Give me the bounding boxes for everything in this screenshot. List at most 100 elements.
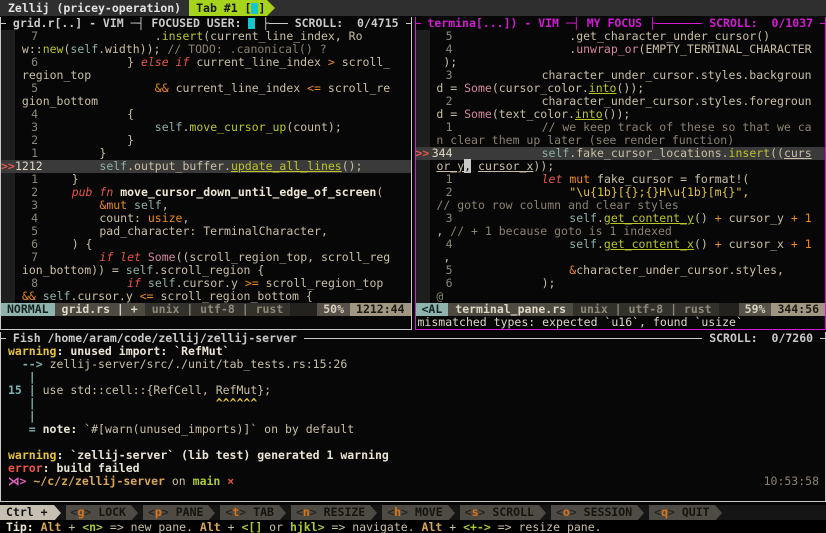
text-segment: curs: [784, 146, 812, 160]
text-segment: self: [70, 42, 98, 56]
text-segment: ,: [430, 250, 451, 264]
text-segment: scroll_re: [321, 81, 390, 95]
text-segment: character_under_cursor.styles.foregroun: [459, 94, 812, 108]
text-segment: gion_bottom: [15, 94, 98, 108]
text-segment: move_cursor_down_until_edge_of_screen: [120, 185, 376, 199]
text-segment: [459, 172, 542, 186]
code-line: 6 );: [416, 277, 826, 290]
text-segment: +: [715, 211, 722, 225]
keybar-item-lock[interactable]: <g> LOCK: [66, 505, 131, 520]
shortcut-key: o: [563, 506, 570, 519]
text-segment: [44, 276, 127, 290]
line-number: 4: [15, 108, 44, 121]
text-segment: [44, 185, 72, 199]
text-segment: >: [328, 55, 335, 69]
text-segment: if: [127, 276, 141, 290]
tab-label: Tab #1 [: [196, 2, 251, 15]
code-line: 4 self.get_content_x() + cursor_x + 1: [416, 238, 826, 251]
keybar-item-pane[interactable]: <p> PANE: [143, 505, 208, 520]
text-segment: ~/c/z/zellij-server: [33, 475, 165, 488]
left-pane-body: 7 .insert(current_line_index, Ro w::new(…: [1, 30, 411, 329]
text-segment: 10:53:58: [764, 474, 819, 488]
text-segment: <[]: [241, 521, 262, 533]
sign-column: [416, 43, 430, 56]
terminal-line: --> zellij-server/src/./unit/tab_tests.r…: [8, 358, 825, 371]
keybar-label: TAB: [246, 506, 274, 519]
text-segment: scroll_region_bottom {: [154, 289, 313, 303]
keybar-item-quit[interactable]: <q> QUIT: [649, 505, 714, 520]
text-segment: get_content_x: [604, 237, 694, 251]
sign-column: [416, 30, 430, 43]
cursor-position: 344:56: [771, 303, 825, 316]
shell-pane-title: Fish /home/aram/code/zellij/zellij-serve…: [1, 332, 825, 345]
left-pane-title: grid.r[..] - VIM ─┤ FOCUSED USER: ├ SCRO…: [1, 17, 411, 30]
keybar-item-session[interactable]: <o> SESSION: [551, 505, 637, 520]
scroll-percent: 59%: [739, 303, 772, 316]
sign-column: [416, 238, 430, 251]
text-segment: .cursor.y: [176, 276, 245, 290]
terminal-line: ⋊> ~/c/z/zellij-server on main ×10:53:58: [8, 475, 825, 488]
text-segment: .: [597, 237, 604, 251]
text-segment: &&: [22, 289, 36, 303]
keybar-item-tab[interactable]: <t> TAB: [220, 505, 279, 520]
text-segment: into: [589, 81, 617, 95]
keybar-item-resize[interactable]: <n> RESIZE: [291, 505, 370, 520]
line-number: 3: [15, 121, 44, 134]
powerline-arrow-icon: [279, 505, 286, 521]
sign-column: [1, 43, 15, 56]
text-segment: >=: [245, 276, 259, 290]
sign-column: [416, 199, 430, 212]
text-segment: );: [430, 55, 458, 69]
right-scroll-label: SCROLL:: [702, 17, 771, 30]
text-segment: insert: [729, 146, 771, 160]
text-segment: self: [99, 159, 127, 173]
text-segment: region_top: [15, 68, 91, 82]
text-segment: current_line_index: [169, 81, 307, 95]
text-segment: scroll_: [335, 55, 390, 69]
text-segment: get_content_y: [604, 211, 694, 225]
shortcut-key: g: [77, 506, 84, 519]
shortcut-key: t: [232, 506, 239, 519]
keybar-item-move[interactable]: <h> MOVE: [382, 505, 447, 520]
text-segment: [798, 237, 805, 251]
file-meta: unix | utf-8 | rust: [145, 303, 291, 316]
right-pane-title: termina[...]) - VIM ─┤ MY FOCUS ├ SCROLL…: [416, 17, 826, 30]
text-segment: ion_bottom)) =: [15, 263, 126, 277]
sign-column: >>: [416, 147, 430, 160]
left-statusline: NORMAL grid.rs | + unix | utf-8 | rust 5…: [1, 303, 411, 316]
text-segment: Tip:: [6, 521, 41, 533]
tip-line: Tip: Alt + <n> => new pane. Alt + <[] or…: [0, 520, 826, 533]
text-segment: Some: [464, 107, 492, 121]
right-editor-pane[interactable]: termina[...]) - VIM ─┤ MY FOCUS ├ SCROLL…: [415, 17, 826, 330]
left-editor-pane[interactable]: grid.r[..] - VIM ─┤ FOCUSED USER: ├ SCRO…: [0, 17, 412, 330]
shell-output-lines: warning: unused import: `RefMut` --> zel…: [8, 345, 825, 501]
text-segment: d =: [430, 81, 465, 95]
powerline-arrow-icon: [448, 505, 455, 521]
text-segment: // we keep track of these so that we ca: [459, 120, 812, 134]
text-segment: ,: [182, 211, 189, 225]
top-bar: Zellij (pricey-operation) Tab #1 []: [0, 0, 826, 16]
left-scroll-value: 0/4715: [357, 17, 405, 30]
sign-column: [1, 277, 15, 290]
text-segment: // goto row column and clear styles: [430, 198, 679, 212]
terminal-line: = note: `#[warn(unused_imports)]` on by …: [8, 423, 825, 436]
text-segment: (): [694, 237, 715, 251]
text-segment: <=: [307, 81, 321, 95]
text-segment: [44, 120, 155, 134]
line-number: 5: [430, 30, 459, 43]
text-segment: or: [262, 521, 290, 533]
text-segment: +: [442, 521, 463, 533]
focus-user-block: [251, 3, 258, 14]
text-segment: [44, 81, 155, 95]
terminal-line: | ^^^^^^: [8, 397, 825, 410]
shell-pane[interactable]: Fish /home/aram/code/zellij/zellij-serve…: [0, 332, 826, 502]
tab-1[interactable]: Tab #1 []: [189, 0, 267, 16]
sign-column: [416, 186, 430, 199]
my-focus-label: MY FOCUS: [587, 17, 642, 30]
text-segment: <n>: [82, 521, 103, 533]
keybar-item-scroll[interactable]: <s> SCROLL: [460, 505, 539, 520]
line-number: 1: [15, 173, 44, 186]
text-segment: (): [694, 211, 715, 225]
text-segment: [44, 159, 99, 173]
text-segment: note:: [36, 423, 78, 436]
